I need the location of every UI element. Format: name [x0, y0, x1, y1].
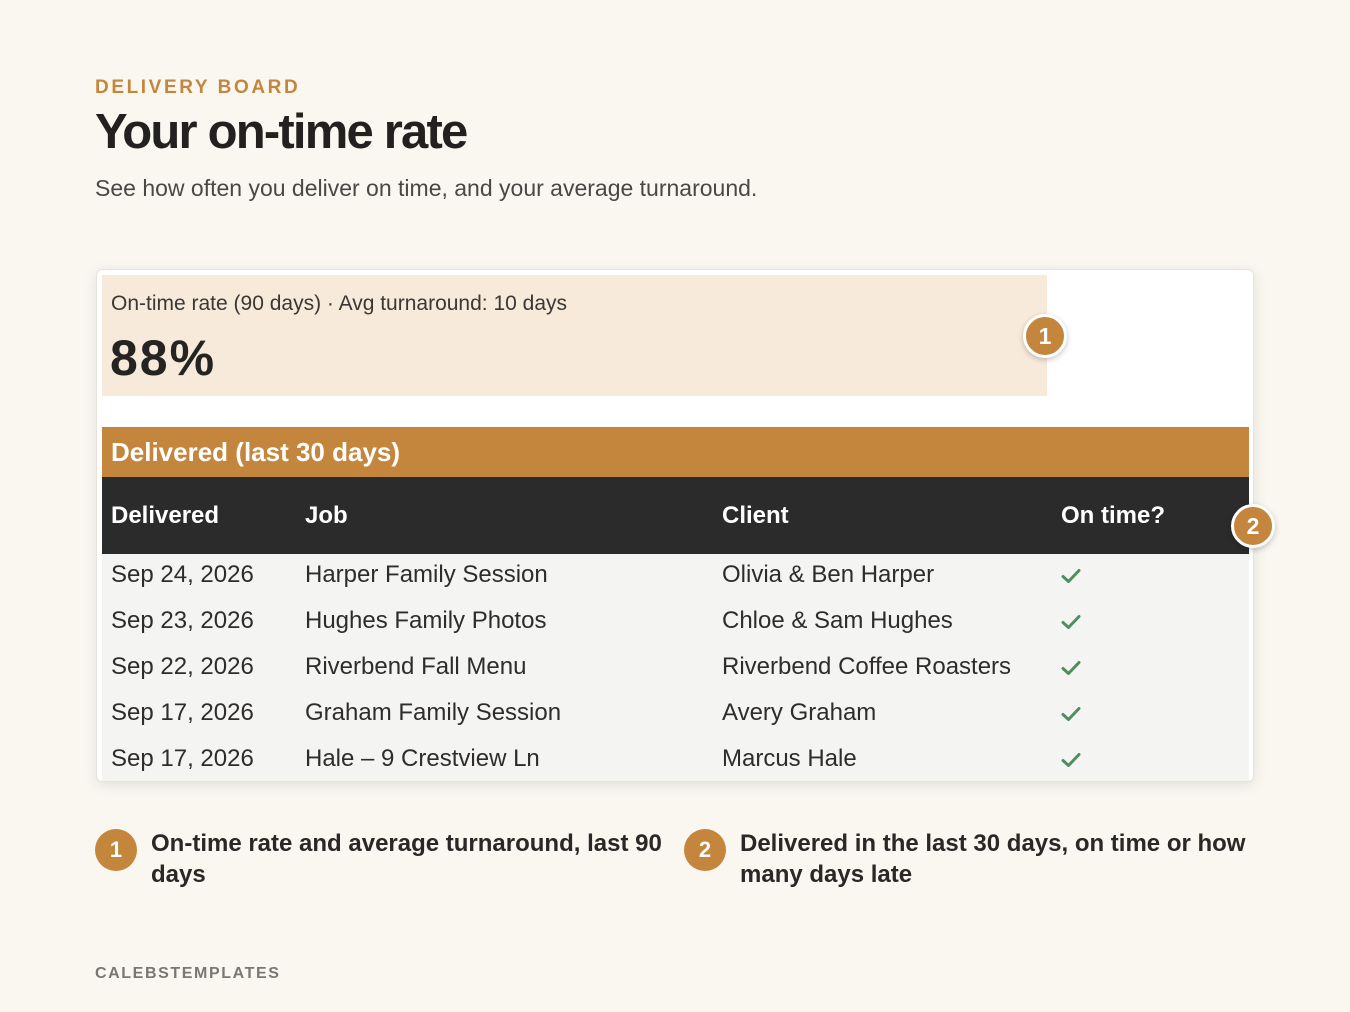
- cell-client: Avery Graham: [722, 699, 877, 726]
- table-row[interactable]: Sep 17, 2026 Graham Family Session Avery…: [102, 692, 1249, 738]
- check-icon: [1061, 753, 1081, 767]
- on-time-stat: On-time rate (90 days) · Avg turnaround:…: [102, 275, 1047, 396]
- cell-client: Riverbend Coffee Roasters: [722, 653, 1012, 680]
- cell-job: Harper Family Session: [305, 561, 548, 588]
- legend-text-2: Delivered in the last 30 days, on time o…: [740, 830, 1246, 888]
- cell-delivered: Sep 17, 2026: [111, 745, 254, 772]
- legend-badge-2: 2: [684, 829, 726, 871]
- cell-client: Marcus Hale: [722, 745, 857, 772]
- check-icon: [1061, 615, 1081, 629]
- cell-client: Chloe & Sam Hughes: [722, 607, 953, 634]
- stat-value: 88%: [110, 330, 217, 386]
- table-row[interactable]: Sep 22, 2026 Riverbend Fall Menu Riverbe…: [102, 646, 1249, 692]
- table-header: Delivered Job Client On time?: [102, 477, 1249, 554]
- legend-badge-1: 1: [95, 829, 137, 871]
- delivery-card: On-time rate (90 days) · Avg turnaround:…: [96, 269, 1254, 782]
- check-icon: [1061, 569, 1081, 583]
- callout-badge-1: 1: [1023, 314, 1067, 358]
- page-title: Your on-time rate: [95, 105, 468, 159]
- table-row[interactable]: Sep 17, 2026 Hale – 9 Crestview Ln Marcu…: [102, 738, 1249, 781]
- cell-delivered: Sep 22, 2026: [111, 653, 254, 680]
- legend-text-1: On-time rate and average turnaround, las…: [151, 830, 662, 888]
- cell-delivered: Sep 17, 2026: [111, 699, 254, 726]
- table-row[interactable]: Sep 24, 2026 Harper Family Session Olivi…: [102, 554, 1249, 600]
- column-header-on-time[interactable]: On time?: [1061, 502, 1165, 530]
- page: DELIVERY BOARD Your on-time rate See how…: [0, 0, 1350, 1012]
- page-subtitle: See how often you deliver on time, and y…: [95, 175, 758, 201]
- eyebrow-label: DELIVERY BOARD: [95, 77, 301, 98]
- cell-job: Graham Family Session: [305, 699, 562, 726]
- column-header-delivered[interactable]: Delivered: [111, 502, 219, 530]
- table-row[interactable]: Sep 23, 2026 Hughes Family Photos Chloe …: [102, 600, 1249, 646]
- cell-client: Olivia & Ben Harper: [722, 561, 935, 588]
- stat-label: On-time rate (90 days) · Avg turnaround:…: [111, 292, 568, 315]
- cell-job: Hale – 9 Crestview Ln: [305, 745, 540, 772]
- section-title: Delivered (last 30 days): [111, 437, 401, 467]
- cell-delivered: Sep 23, 2026: [111, 607, 254, 634]
- brand-footer: CALEBSTEMPLATES: [95, 965, 281, 982]
- table-body: Sep 24, 2026 Harper Family Session Olivi…: [102, 554, 1249, 781]
- column-header-client[interactable]: Client: [722, 502, 789, 530]
- column-header-job[interactable]: Job: [305, 502, 348, 530]
- check-icon: [1061, 661, 1081, 675]
- cell-job: Riverbend Fall Menu: [305, 653, 527, 680]
- cell-job: Hughes Family Photos: [305, 607, 547, 634]
- section-header: Delivered (last 30 days): [102, 427, 1249, 477]
- callout-badge-2: 2: [1231, 504, 1275, 548]
- check-icon: [1061, 707, 1081, 721]
- cell-delivered: Sep 24, 2026: [111, 561, 254, 588]
